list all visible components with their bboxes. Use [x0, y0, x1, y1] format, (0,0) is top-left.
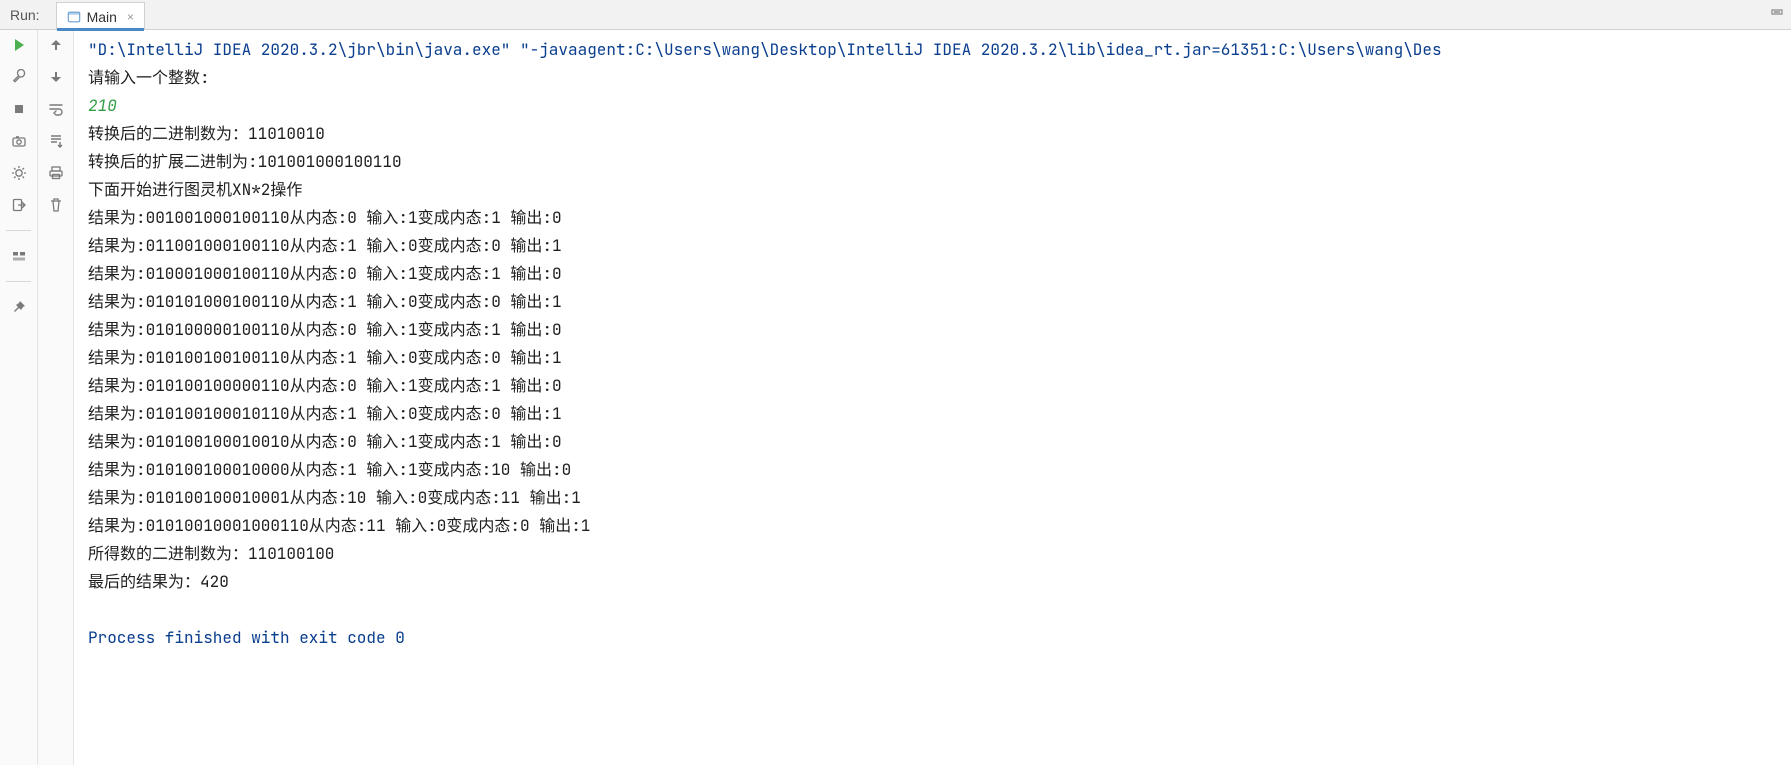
print-icon[interactable]: [47, 164, 65, 182]
scroll-end-icon[interactable]: [47, 132, 65, 150]
console-line: 结果为:010100100010001从内态:10 输入:0变成内态:11 输出…: [88, 484, 1781, 512]
tab-bar: Run: Main ×: [0, 0, 1791, 30]
console-line: 结果为:010100000100110从内态:0 输入:1变成内态:1 输出:0: [88, 316, 1781, 344]
console-line: 结果为:010100100010110从内态:1 输入:0变成内态:0 输出:1: [88, 400, 1781, 428]
layout-icon[interactable]: [10, 247, 28, 265]
up-arrow-icon[interactable]: [47, 36, 65, 54]
console-line: 结果为:010100100010010从内态:0 输入:1变成内态:1 输出:0: [88, 428, 1781, 456]
stop-icon[interactable]: [10, 100, 28, 118]
console-line: 结果为:01010010001000110从内态:11 输入:0变成内态:0 输…: [88, 512, 1781, 540]
console-line: [88, 596, 1781, 624]
close-icon[interactable]: ×: [127, 10, 134, 24]
camera-icon[interactable]: [10, 132, 28, 150]
bug-gear-icon[interactable]: [10, 164, 28, 182]
console-line: 请输入一个整数:: [88, 64, 1781, 92]
tab-main[interactable]: Main ×: [56, 2, 145, 30]
console-line: 结果为:010100100000110从内态:0 输入:1变成内态:1 输出:0: [88, 372, 1781, 400]
application-icon: [67, 10, 81, 24]
console-line: 结果为:010100100010000从内态:1 输入:1变成内态:10 输出:…: [88, 456, 1781, 484]
console-line: 转换后的扩展二进制为:101001000100110: [88, 148, 1781, 176]
pin-icon[interactable]: [10, 298, 28, 316]
exit-icon[interactable]: [10, 196, 28, 214]
run-gutter-secondary: [38, 30, 74, 765]
console-line: 结果为:010100100100110从内态:1 输入:0变成内态:0 输出:1: [88, 344, 1781, 372]
run-gutter-primary: [0, 30, 38, 765]
console-line: 最后的结果为：420: [88, 568, 1781, 596]
console-line: "D:\IntelliJ IDEA 2020.3.2\jbr\bin\java.…: [88, 36, 1781, 64]
console-line: 所得数的二进制数为：110100100: [88, 540, 1781, 568]
console-line: 结果为:010001000100110从内态:0 输入:1变成内态:1 输出:0: [88, 260, 1781, 288]
play-icon[interactable]: [10, 36, 28, 54]
console-line: 结果为:010101000100110从内态:1 输入:0变成内态:0 输出:1: [88, 288, 1781, 316]
wrap-icon[interactable]: [47, 100, 65, 118]
console-output[interactable]: "D:\IntelliJ IDEA 2020.3.2\jbr\bin\java.…: [74, 30, 1791, 765]
down-arrow-icon[interactable]: [47, 68, 65, 86]
console-line: 结果为:001001000100110从内态:0 输入:1变成内态:1 输出:0: [88, 204, 1781, 232]
console-line: 下面开始进行图灵机XN*2操作: [88, 176, 1781, 204]
wrench-icon[interactable]: [10, 68, 28, 86]
settings-hide-icon[interactable]: [1769, 4, 1785, 20]
console-line: 结果为:011001000100110从内态:1 输入:0变成内态:0 输出:1: [88, 232, 1781, 260]
console-line: 210: [88, 92, 1781, 120]
tab-label: Main: [87, 9, 117, 25]
run-panel-label: Run:: [4, 7, 46, 29]
trash-icon[interactable]: [47, 196, 65, 214]
console-line: Process finished with exit code 0: [88, 624, 1781, 652]
console-line: 转换后的二进制数为：11010010: [88, 120, 1781, 148]
